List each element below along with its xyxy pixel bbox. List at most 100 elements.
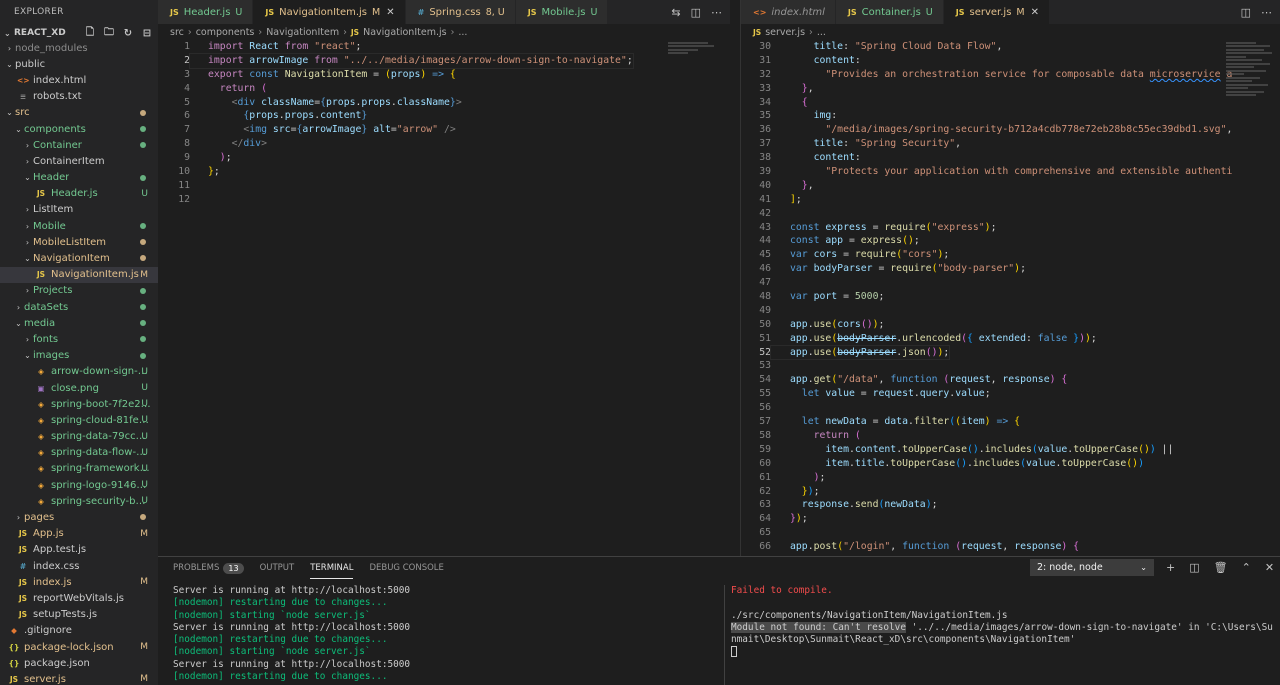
split-terminal-icon[interactable]: ◫ <box>1189 561 1199 574</box>
code-token: </ <box>231 138 244 150</box>
compare-icon[interactable]: ⇆ <box>671 6 680 19</box>
tab-status-badge: U <box>925 6 933 18</box>
code-token: "arrow" <box>396 124 444 136</box>
tree-file[interactable]: JS server.js M <box>0 671 158 685</box>
tree-folder[interactable]: ⌄ NavigationItem <box>0 250 158 266</box>
close-icon[interactable]: ✕ <box>1031 7 1039 18</box>
line-number: 34 <box>759 96 771 108</box>
tree-item-label: spring-boot-7f2e24f... <box>51 398 151 410</box>
code-editor-right[interactable]: 30 title: "Spring Cloud Data Flow", 31 co… <box>741 40 1280 556</box>
line-content: ]; <box>771 193 802 207</box>
tree-folder[interactable]: › node_modules <box>0 40 158 56</box>
tree-file[interactable]: JS App.js M <box>0 526 158 542</box>
code-token: content <box>854 443 897 455</box>
tree-file[interactable]: JS NavigationItem.js M <box>0 266 158 283</box>
panel-tab-problems[interactable]: PROBLEMS 13 <box>173 557 244 579</box>
editor-tab[interactable]: JS Container.js U <box>835 0 944 24</box>
tree-file[interactable]: ◈ spring-boot-7f2e24f... U <box>0 396 158 412</box>
code-line: 59 item.content.toUpperCase().includes(v… <box>741 443 1280 457</box>
tree-folder[interactable]: › Mobile <box>0 218 158 234</box>
tree-item-label: components <box>24 123 86 135</box>
refresh-icon[interactable]: ↻ <box>121 28 135 39</box>
tree-folder[interactable]: › Container <box>0 137 158 153</box>
terminal-selector[interactable]: 2: node, node ⌄ <box>1030 559 1154 576</box>
breadcrumb-item[interactable]: src <box>170 27 184 38</box>
tree-item-label: close.png <box>51 382 99 394</box>
code-line: 47 <box>741 276 1280 290</box>
code-token: "express" <box>931 221 985 233</box>
tree-file[interactable]: ◈ spring-security-b712...U <box>0 493 158 509</box>
code-token: extended <box>978 332 1026 344</box>
tree-folder[interactable]: › ContainerItem <box>0 153 158 169</box>
line-content: "Protects your application with comprehe… <box>771 165 1232 179</box>
tree-file[interactable]: ▣ close.png U <box>0 380 158 396</box>
tree-folder[interactable]: › dataSets <box>0 299 158 315</box>
tree-folder[interactable]: ⌄ media <box>0 315 158 331</box>
line-content: }, <box>771 179 814 193</box>
editor-tab[interactable]: <> index.html <box>741 0 836 24</box>
minimap-right[interactable] <box>1226 40 1274 190</box>
tree-file[interactable]: JS App.test.js <box>0 542 158 558</box>
tree-file[interactable]: ◆ .gitignore <box>0 623 158 639</box>
tree-folder[interactable]: › ListItem <box>0 202 158 218</box>
code-token: ( <box>261 82 267 94</box>
tree-folder[interactable]: › MobileListItem <box>0 234 158 250</box>
line-number: 35 <box>759 110 771 122</box>
tree-file[interactable]: <> index.html <box>0 72 158 88</box>
tree-file[interactable]: ≡ robots.txt <box>0 89 158 105</box>
close-icon[interactable]: ✕ <box>386 7 394 18</box>
tree-folder[interactable]: ⌄ components <box>0 121 158 137</box>
code-editor-left[interactable]: 1 import React from "react"; 2 import arrow… <box>158 40 730 556</box>
split-editor-icon[interactable]: ◫ <box>1241 6 1251 19</box>
minimap-left[interactable] <box>668 40 716 160</box>
more-actions-icon[interactable]: ⋯ <box>1261 6 1272 19</box>
editor-tab[interactable]: JS Header.js U <box>158 0 254 24</box>
tree-folder[interactable]: ⌄ Header <box>0 170 158 186</box>
tree-file[interactable]: JS setupTests.js <box>0 607 158 623</box>
panel-tab-output[interactable]: OUTPUT <box>260 557 295 579</box>
more-actions-icon[interactable]: ⋯ <box>711 6 722 19</box>
breadcrumb-item[interactable]: server.js <box>765 27 805 38</box>
breadcrumb-item[interactable]: ... <box>817 27 826 38</box>
tree-file[interactable]: ◈ spring-logo-9146a4... U <box>0 477 158 493</box>
editor-tab[interactable]: JS Mobile.js U <box>515 0 609 24</box>
editor-tab[interactable]: # Spring.css 8, U <box>405 0 516 24</box>
tree-folder[interactable]: ⌄ images <box>0 348 158 364</box>
editor-tab[interactable]: JS server.js M ✕ <box>943 0 1050 24</box>
terminal-right[interactable]: Failed to compile. ./src/components/Navi… <box>724 585 1280 685</box>
breadcrumb-item[interactable]: ... <box>458 27 467 38</box>
editor-tab[interactable]: JS NavigationItem.js M ✕ <box>253 0 406 24</box>
panel-tab-debug-console[interactable]: DEBUG CONSOLE <box>369 557 443 579</box>
terminal-left[interactable]: Server is running at http://localhost:50… <box>173 585 713 683</box>
collapse-all-icon[interactable]: ⊟ <box>140 28 154 39</box>
code-line: 63 response.send(newData); <box>741 498 1280 512</box>
tree-file[interactable]: ◈ spring-framework-6... U <box>0 461 158 477</box>
split-editor-icon[interactable]: ◫ <box>691 6 701 19</box>
tree-folder[interactable]: ⌄ public <box>0 56 158 72</box>
tree-file[interactable]: ◈ spring-data-79cc203...U <box>0 429 158 445</box>
breadcrumb-item[interactable]: components <box>196 27 255 38</box>
trash-icon[interactable]: 🗑 <box>1214 561 1228 574</box>
close-panel-icon[interactable]: ✕ <box>1265 561 1274 574</box>
tree-file[interactable]: {} package.json <box>0 655 158 671</box>
new-file-icon[interactable]: 🗋 <box>83 25 97 42</box>
tree-file[interactable]: ◈ spring-cloud-81fe04... U <box>0 412 158 428</box>
tree-file[interactable]: ◈ spring-data-flow-9e... U <box>0 445 158 461</box>
tree-file[interactable]: JS Header.js U <box>0 186 158 202</box>
tree-file[interactable]: JS index.js M <box>0 574 158 590</box>
tree-folder[interactable]: › fonts <box>0 331 158 347</box>
breadcrumb-item[interactable]: NavigationItem <box>266 27 339 38</box>
tree-folder[interactable]: › Projects <box>0 283 158 299</box>
breadcrumb-item[interactable]: NavigationItem.js <box>363 27 446 38</box>
tree-file[interactable]: JS reportWebVitals.js <box>0 590 158 606</box>
panel-tab-terminal[interactable]: TERMINAL <box>310 557 354 579</box>
new-folder-icon[interactable]: 🗀 <box>102 25 116 42</box>
tree-folder[interactable]: ⌄ src <box>0 105 158 121</box>
error-message: Module not found: Can't resolve '../../m… <box>731 621 1276 647</box>
tree-folder[interactable]: › pages <box>0 509 158 525</box>
tree-file[interactable]: {} package-lock.json M <box>0 639 158 655</box>
tree-file[interactable]: # index.css <box>0 558 158 574</box>
maximize-panel-icon[interactable]: ⌃ <box>1242 561 1251 574</box>
tree-file[interactable]: ◈ arrow-down-sign-to... U <box>0 364 158 380</box>
new-terminal-icon[interactable]: + <box>1166 561 1175 574</box>
